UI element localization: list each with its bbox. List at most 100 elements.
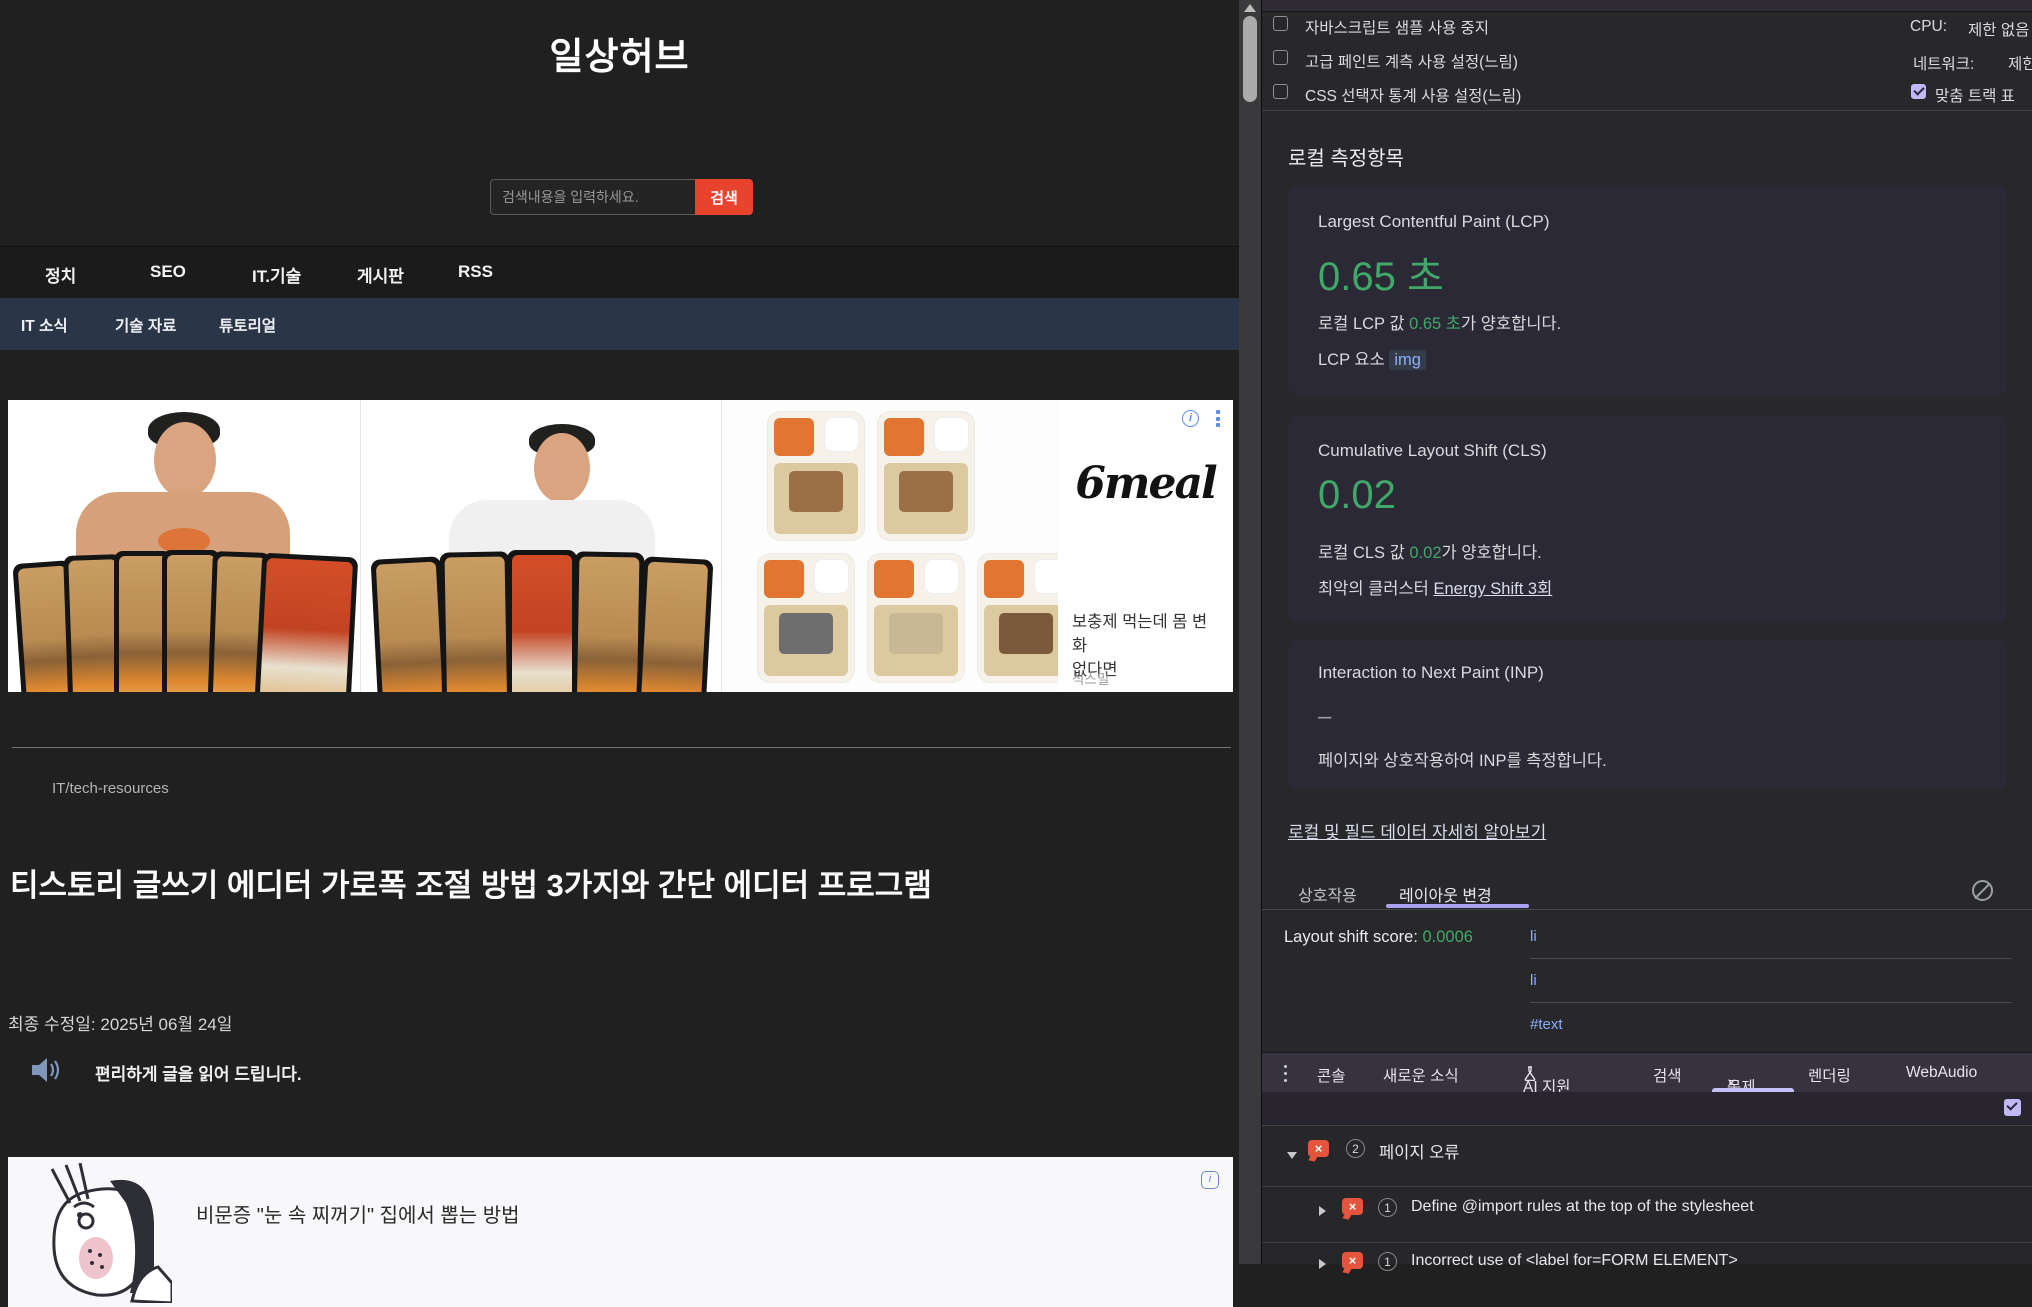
tab-layout-shifts[interactable]: 레이아웃 변경 — [1399, 882, 1492, 906]
issue-item-title[interactable]: Define @import rules at the top of the s… — [1411, 1198, 1754, 1216]
sub-nav: IT 소식 기술 자료 튜토리얼 — [0, 298, 1239, 350]
blog-page: 일상허브 검색 정치 SEO IT.기술 게시판 RSS IT 소식 기술 자료… — [0, 0, 1239, 1264]
inp-title: Interaction to Next Paint (INP) — [1318, 663, 1544, 683]
issue-count-badge: 1 — [1378, 1198, 1397, 1217]
main-nav: 정치 SEO IT.기술 게시판 RSS — [0, 246, 1239, 298]
ad-text-panel: i 6meal 보충제 먹는데 몸 변화 없다면 식스밀 — [1058, 400, 1233, 692]
label-custom-tracks: 맞춤 트랙 표 — [1935, 84, 2015, 106]
label-disable-js-samples: 자바스크립트 샘플 사용 중지 — [1305, 16, 1489, 38]
ad-banner[interactable]: i 6meal 보충제 먹는데 몸 변화 없다면 식스밀 — [8, 400, 1233, 692]
scrollbar-up-arrow[interactable] — [1244, 4, 1256, 12]
network-throttle-value[interactable]: 제한 없음 — [2008, 52, 2032, 74]
inp-value: – — [1318, 703, 1331, 731]
subnav-item-tutorial[interactable]: 튜토리얼 — [219, 314, 276, 336]
cls-worst-cluster-link[interactable]: Energy Shift 3회 — [1433, 580, 1552, 598]
related-card[interactable]: 비문증 "눈 속 찌꺼기" 집에서 뽑는 방법 i — [8, 1157, 1233, 1307]
cls-title: Cumulative Layout Shift (CLS) — [1318, 441, 1547, 461]
eye-doodle-illustration — [22, 1163, 172, 1303]
cls-value: 0.02 — [1318, 473, 1396, 518]
lcp-element-link[interactable]: img — [1389, 350, 1426, 370]
divider — [1262, 1186, 2032, 1187]
nav-item-politics[interactable]: 정치 — [45, 262, 76, 287]
active-tab-underline — [1386, 904, 1529, 908]
article-category[interactable]: IT/tech-resources — [52, 780, 169, 797]
modified-date: 최종 수정일: 2025년 06월 24일 — [8, 1010, 232, 1035]
subnav-item-it-news[interactable]: IT 소식 — [21, 314, 68, 336]
devtools-top-toolbar-clipped — [1262, 0, 2032, 12]
lcp-card: Largest Contentful Paint (LCP) 0.65 초 로컬… — [1288, 186, 2007, 395]
page-error-icon: × — [1342, 1198, 1363, 1217]
article-title: 티스토리 글쓰기 에디터 가로폭 조절 방법 3가지와 간단 에디터 프로그램 — [10, 860, 1160, 905]
lcp-description: 로컬 LCP 값 0.65 초가 양호합니다. — [1318, 310, 1561, 334]
learn-more-link[interactable]: 로컬 및 필드 데이터 자세히 알아보기 — [1288, 818, 1546, 843]
scrollbar-thumb[interactable] — [1243, 16, 1257, 102]
collapse-arrow-icon[interactable] — [1319, 1259, 1326, 1269]
shifted-node-link[interactable]: li — [1530, 972, 1537, 989]
expand-arrow-icon[interactable] — [1287, 1152, 1297, 1159]
cpu-throttle-label: CPU: — [1910, 18, 1947, 36]
drawer-tab-rendering[interactable]: 렌더링 — [1808, 1064, 1851, 1086]
drawer-tab-whats-new[interactable]: 새로운 소식 — [1383, 1064, 1459, 1086]
divider — [1262, 909, 2032, 910]
cls-description: 로컬 CLS 값 0.02가 양호합니다. — [1318, 539, 1542, 563]
issue-item-title[interactable]: Incorrect use of <label for=FORM ELEMENT… — [1411, 1252, 1738, 1270]
layout-shift-score: Layout shift score: 0.0006 — [1284, 928, 1473, 947]
cls-card: Cumulative Layout Shift (CLS) 0.02 로컬 CL… — [1288, 415, 2007, 622]
issue-group-title[interactable]: 페이지 오류 — [1379, 1139, 1459, 1163]
ad-photo-man-trays-2 — [361, 400, 721, 692]
drawer-toolbar: 콘솔 새로운 소식 AI 지원 검색 문제 × 렌더링 WebAudio — [1262, 1052, 2032, 1092]
label-css-selector-stats: CSS 선택자 통계 사용 설정(느림) — [1305, 84, 1521, 106]
divider — [1530, 958, 2012, 959]
ad-choices-icon[interactable] — [1216, 410, 1221, 427]
collapse-arrow-icon[interactable] — [1319, 1206, 1326, 1216]
issue-count-badge: 1 — [1378, 1252, 1397, 1271]
inp-card: Interaction to Next Paint (INP) – 페이지와 상… — [1288, 639, 2007, 789]
nav-item-it-tech[interactable]: IT.기술 — [252, 262, 301, 287]
tab-interactions[interactable]: 상호작용 — [1298, 882, 1357, 906]
divider — [12, 747, 1231, 748]
issues-filter-checkbox[interactable] — [2004, 1099, 2021, 1116]
checkbox-css-selector-stats[interactable] — [1273, 84, 1288, 99]
nav-item-board[interactable]: 게시판 — [357, 262, 404, 287]
nav-item-rss[interactable]: RSS — [458, 262, 493, 282]
search-button[interactable]: 검색 — [695, 179, 753, 215]
issues-filter-row — [1262, 1092, 2032, 1126]
network-throttle-label: 네트워크: — [1913, 52, 1974, 74]
checkbox-disable-js-samples[interactable] — [1273, 16, 1288, 31]
ad-photo-tray-grid — [722, 400, 1058, 692]
shifted-node-link[interactable]: #text — [1530, 1016, 1563, 1033]
site-title[interactable]: 일상허브 — [0, 26, 1239, 80]
drawer-tab-webaudio[interactable]: WebAudio — [1906, 1064, 1977, 1082]
subnav-item-tech-data[interactable]: 기술 자료 — [115, 314, 176, 336]
drawer-tab-ai-assist[interactable]: AI 지원 — [1523, 1064, 1537, 1084]
checkbox-custom-tracks[interactable] — [1911, 84, 1926, 99]
clear-log-icon[interactable] — [1972, 880, 1993, 901]
ad-advertiser: 식스밀 — [1072, 668, 1109, 688]
drawer-tab-console[interactable]: 콘솔 — [1317, 1064, 1346, 1086]
issue-count-badge: 2 — [1346, 1139, 1365, 1158]
drawer-tab-search[interactable]: 검색 — [1653, 1064, 1682, 1086]
more-tools-icon[interactable] — [1284, 1065, 1287, 1082]
inp-description: 페이지와 상호작용하여 INP를 측정합니다. — [1318, 747, 1607, 771]
ad-info-icon[interactable]: i — [1182, 410, 1199, 427]
speaker-icon[interactable] — [30, 1056, 64, 1084]
issues-list: × 2 페이지 오류 × 1 Define @import rules at t… — [1262, 1126, 2032, 1264]
adfit-info-icon[interactable]: i — [1201, 1171, 1219, 1189]
divider — [1262, 110, 2032, 111]
devtools-panel: 자바스크립트 샘플 사용 중지 고급 페인트 계측 사용 설정(느림) CSS … — [1261, 0, 2032, 1264]
related-card-title: 비문증 "눈 속 찌꺼기" 집에서 뽑는 방법 — [196, 1199, 520, 1228]
divider — [1262, 1242, 2032, 1243]
local-metrics-heading: 로컬 측정항목 — [1288, 142, 1404, 171]
lcp-element-row: LCP 요소 img — [1318, 346, 1426, 370]
page-error-icon: × — [1342, 1252, 1363, 1271]
shifted-node-link[interactable]: li — [1530, 928, 1537, 945]
search-input[interactable] — [490, 179, 695, 215]
experiment-flask-icon — [1523, 1066, 1537, 1081]
lcp-value: 0.65 초 — [1318, 244, 1444, 302]
nav-item-seo[interactable]: SEO — [150, 262, 186, 282]
tts-label: 편리하게 글을 읽어 드립니다. — [95, 1060, 302, 1085]
cpu-throttle-value[interactable]: 제한 없음 — [1968, 18, 2029, 40]
checkbox-advanced-paint[interactable] — [1273, 50, 1288, 65]
page-scrollbar[interactable] — [1239, 0, 1261, 1264]
ad-photo-man-trays-1 — [8, 400, 360, 692]
